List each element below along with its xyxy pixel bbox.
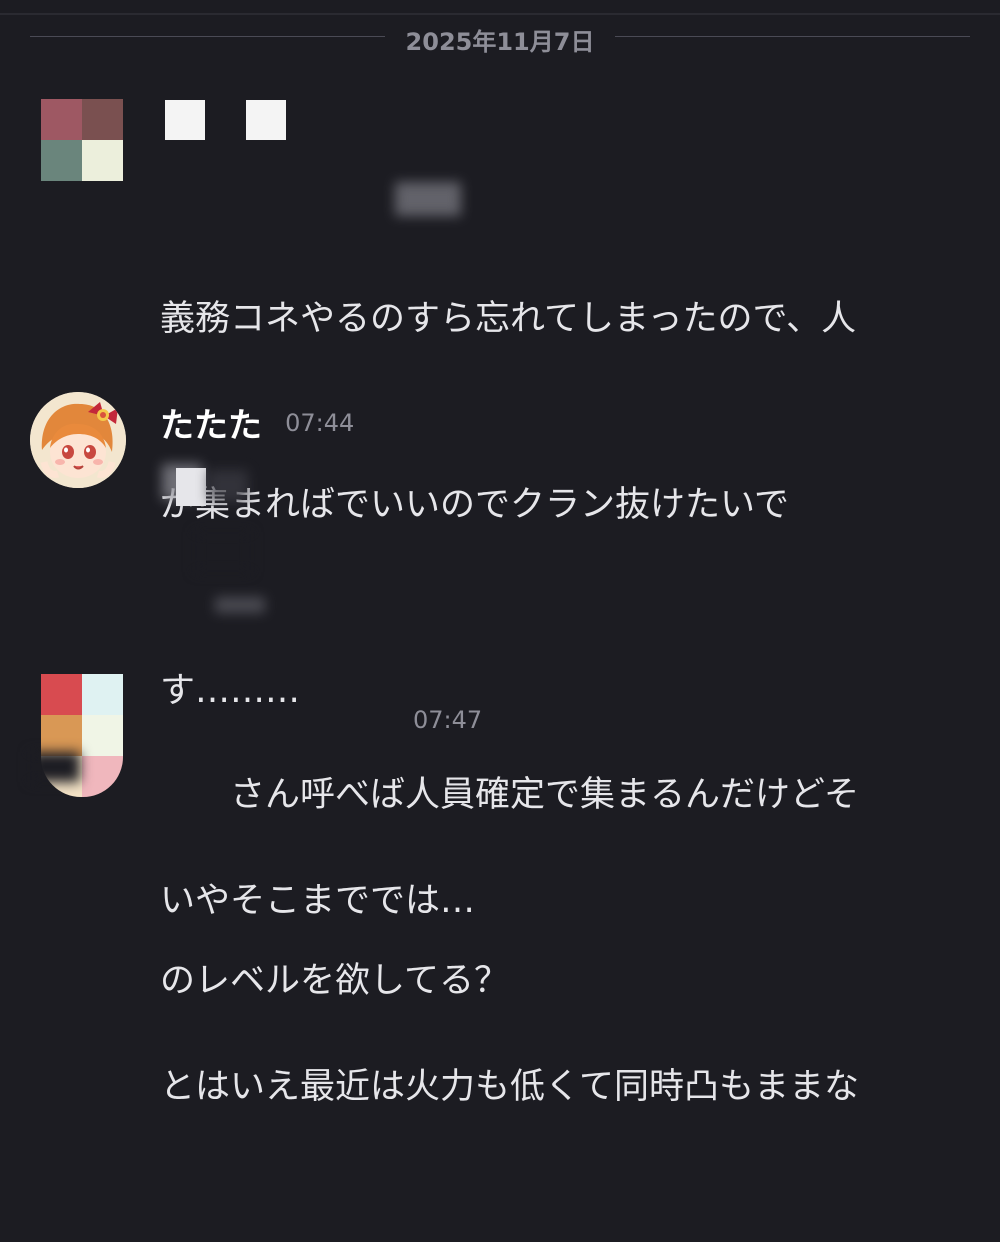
message-line: 義務コネやるのすら忘れてしまったので、人 [160,299,857,339]
avatar-tile [82,674,123,715]
redaction-smudge [395,182,461,216]
avatar-tile [41,715,82,756]
message-3: 07:47 いやそこまででは… とはいえ最近は火力も低くて同時凸もままな [0,672,1000,1107]
message-header: 07:47 [395,700,482,746]
avatar-tile [82,715,123,756]
redacted-name-block [176,468,206,506]
date-rule-right [615,36,970,37]
avatar-tile [41,674,82,715]
message-line [160,578,960,640]
redaction-smudge [208,470,248,502]
top-divider [0,13,1000,15]
timestamp: 07:47 [413,706,483,734]
message-line: いやそこまででは… [160,881,476,921]
date-label: 2025年11月7日 [405,28,595,56]
date-separator: 2025年11月7日 [30,22,970,56]
timestamp: 07:44 [285,408,355,437]
date-rule-left [30,36,385,37]
avatar-tile [82,140,123,181]
redacted-username-block [246,100,286,140]
redaction-smudge [215,597,265,613]
anime-girl-avatar-icon [30,392,126,488]
message-line: とはいえ最近は火力も低くて同時凸もままな [160,1067,859,1107]
username[interactable]: たたた [160,406,262,446]
message-header [160,98,178,144]
avatar[interactable] [30,392,126,488]
avatar-tile [41,99,82,140]
message-1: 義務コネやるのすら忘れてしまったので、人 が集まればでいいのでクラン抜けたいで … [0,98,1000,711]
avatar[interactable] [41,99,123,181]
redaction-smudge [195,532,251,572]
avatar-tile [82,756,123,797]
message-header: たたた 07:44 [160,398,355,446]
avatar-tile [41,140,82,181]
redaction-smudge [30,752,80,782]
avatar-tile [82,99,123,140]
message-body: いやそこまででは… とはいえ最近は火力も低くて同時凸もままな [160,746,960,1242]
message-2: たたた 07:44 さん呼べば人員確定で集まるんだけどそ のレベルを欲してる？ [0,392,1000,1001]
